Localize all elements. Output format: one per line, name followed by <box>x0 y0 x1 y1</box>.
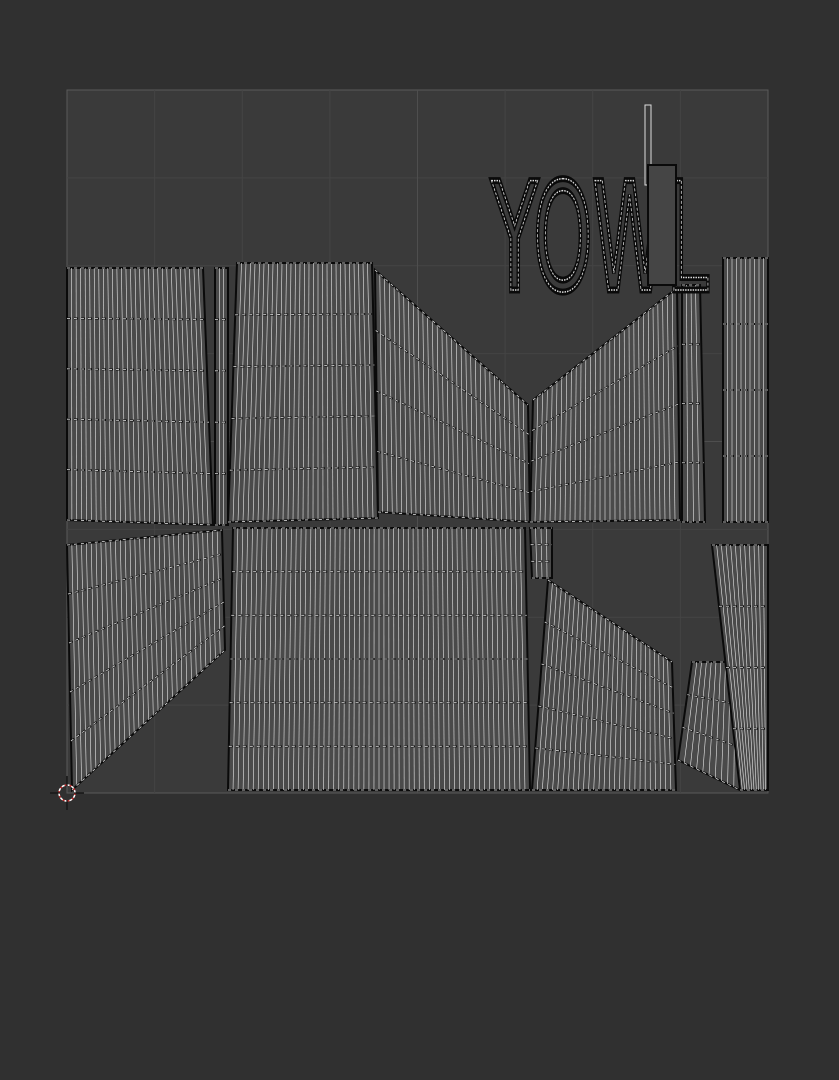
uv-island[interactable] <box>226 262 380 524</box>
uv-island[interactable] <box>722 257 769 523</box>
uv-island-outline <box>66 267 215 527</box>
uv-island[interactable] <box>226 527 532 791</box>
uv-editor-viewport[interactable]: YOWL YOWL <box>0 0 839 1080</box>
uv-island[interactable] <box>528 527 553 579</box>
uv-canvas[interactable]: YOWL YOWL <box>0 0 839 1080</box>
uv-island[interactable] <box>214 267 229 526</box>
uv-text-island-block <box>647 164 677 286</box>
uv-island[interactable] <box>66 267 215 527</box>
uv-island-outline <box>214 267 229 526</box>
